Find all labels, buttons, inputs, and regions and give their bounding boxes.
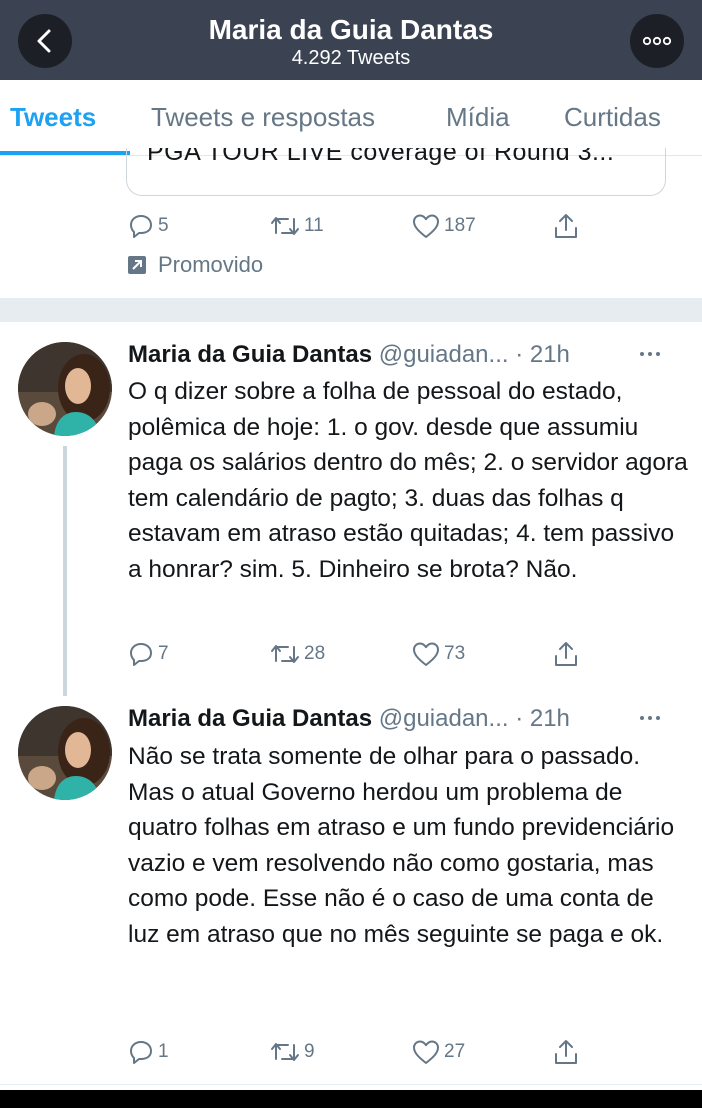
like-button[interactable]: 27 (412, 1038, 465, 1066)
reply-count: 1 (158, 1041, 169, 1062)
active-tab-indicator (0, 151, 130, 155)
reply-button[interactable]: 7 (128, 640, 169, 668)
tweet-header: Maria da Guia Dantas @guiadan... · 21h (128, 341, 570, 369)
retweet-button[interactable]: 11 (270, 212, 324, 240)
promoted-label: Promovido (128, 252, 263, 278)
tab-curtidas[interactable]: Curtidas (564, 102, 661, 133)
heart-icon (413, 1040, 439, 1064)
section-separator (0, 298, 702, 322)
link-card[interactable]: PGA TOUR LIVE coverage of Round 3... (126, 148, 666, 196)
author-handle-time: @guiadan... · 21h (378, 705, 570, 732)
share-button[interactable] (552, 212, 580, 240)
tweet-count: 4.292 Tweets (291, 47, 411, 69)
tweet-text: O q dizer sobre a folha de pessoal do es… (128, 378, 688, 583)
retweet-count: 9 (304, 1041, 315, 1062)
retweet-button[interactable]: 9 (270, 1038, 315, 1066)
bottom-edge (0, 1090, 702, 1108)
retweet-count: 11 (304, 215, 324, 236)
heart-icon (413, 642, 439, 666)
profile-tabs: Tweets Tweets e respostas Mídia Curtidas (0, 80, 702, 156)
tweet-text: Não se trata somente de olhar para o pas… (128, 743, 675, 948)
heart-icon (413, 214, 439, 238)
reply-count: 5 (158, 215, 169, 236)
link-card-title: PGA TOUR LIVE coverage of Round 3... (147, 148, 615, 166)
reply-icon (130, 215, 152, 238)
tweet-actions: 5 11 187 (128, 212, 598, 240)
author-name[interactable]: Maria da Guia Dantas (128, 705, 372, 732)
retweet-button[interactable]: 28 (270, 640, 325, 668)
profile-header: Maria da Guia Dantas 4.292 Tweets (0, 0, 702, 80)
tweet-header: Maria da Guia Dantas @guiadan... · 21h (128, 705, 570, 733)
like-button[interactable]: 187 (412, 212, 476, 240)
avatar-photo (18, 342, 112, 436)
author-handle-time: @guiadan... · 21h (378, 341, 570, 368)
reply-button[interactable]: 5 (128, 212, 169, 240)
like-count: 73 (444, 643, 466, 664)
tab-tweets-e-respostas[interactable]: Tweets e respostas (151, 102, 375, 133)
avatar-photo (18, 706, 112, 800)
retweet-count: 28 (304, 643, 326, 664)
tab-midia[interactable]: Mídia (446, 102, 510, 133)
divider (0, 1084, 702, 1085)
share-icon (555, 214, 577, 238)
avatar[interactable] (18, 342, 112, 436)
tweet-actions: 1 9 27 (128, 1038, 598, 1066)
tab-tweets[interactable]: Tweets (10, 102, 96, 133)
reply-icon (130, 1041, 152, 1064)
reply-button[interactable]: 1 (128, 1038, 169, 1066)
share-button[interactable] (552, 1038, 580, 1066)
tweet-actions: 7 28 73 (128, 640, 598, 668)
promoted-text: Promovido (158, 252, 264, 277)
retweet-icon (271, 1043, 299, 1061)
tweet-more-icon[interactable] (638, 348, 662, 360)
retweet-icon (271, 217, 299, 235)
like-count: 187 (444, 215, 476, 236)
tweet-more-icon[interactable] (638, 712, 662, 724)
reply-icon (130, 643, 152, 666)
like-button[interactable]: 73 (412, 640, 465, 668)
like-count: 27 (444, 1041, 466, 1062)
more-button[interactable] (630, 14, 684, 68)
share-icon (555, 1040, 577, 1064)
more-dots-icon (642, 36, 672, 46)
author-name[interactable]: Maria da Guia Dantas (128, 341, 372, 368)
share-button[interactable] (552, 640, 580, 668)
avatar[interactable] (18, 706, 112, 800)
promoted-icon (128, 256, 146, 274)
reply-count: 7 (158, 643, 169, 664)
profile-name: Maria da Guia Dantas (208, 14, 494, 45)
retweet-icon (271, 645, 299, 663)
share-icon (555, 642, 577, 666)
thread-connector (63, 446, 67, 696)
